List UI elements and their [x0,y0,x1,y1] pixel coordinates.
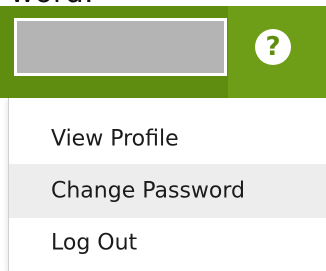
username-field[interactable] [14,18,227,76]
change-password-menu-item[interactable]: Change Password [9,164,326,218]
view-profile-menu-item[interactable]: View Profile [9,112,326,166]
log-out-label: Log Out [51,230,138,256]
question-mark-icon[interactable]: ? [255,29,291,65]
log-out-menu-item[interactable]: Log Out [9,216,326,270]
user-dropdown-menu: View Profile Change Password Log Out [8,98,326,271]
view-profile-label: View Profile [51,126,179,152]
change-password-label: Change Password [51,178,245,204]
